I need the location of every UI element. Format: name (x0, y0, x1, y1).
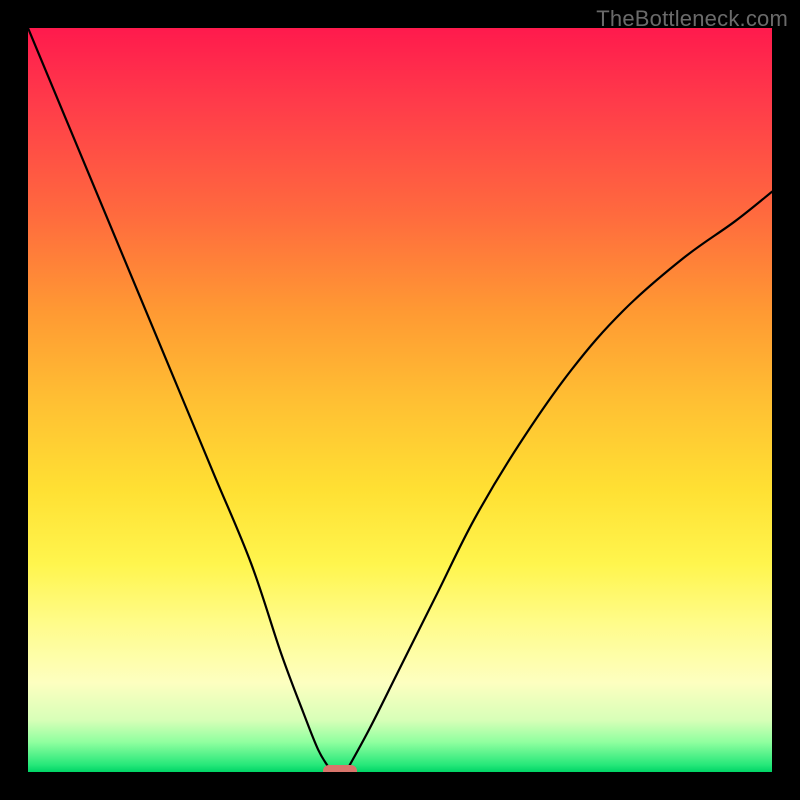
bottleneck-curve-left (28, 28, 329, 768)
curve-svg (28, 28, 772, 772)
optimal-point-marker (323, 765, 357, 773)
bottleneck-curve-right (348, 192, 772, 769)
watermark-text: TheBottleneck.com (596, 6, 788, 32)
chart-area (28, 28, 772, 772)
